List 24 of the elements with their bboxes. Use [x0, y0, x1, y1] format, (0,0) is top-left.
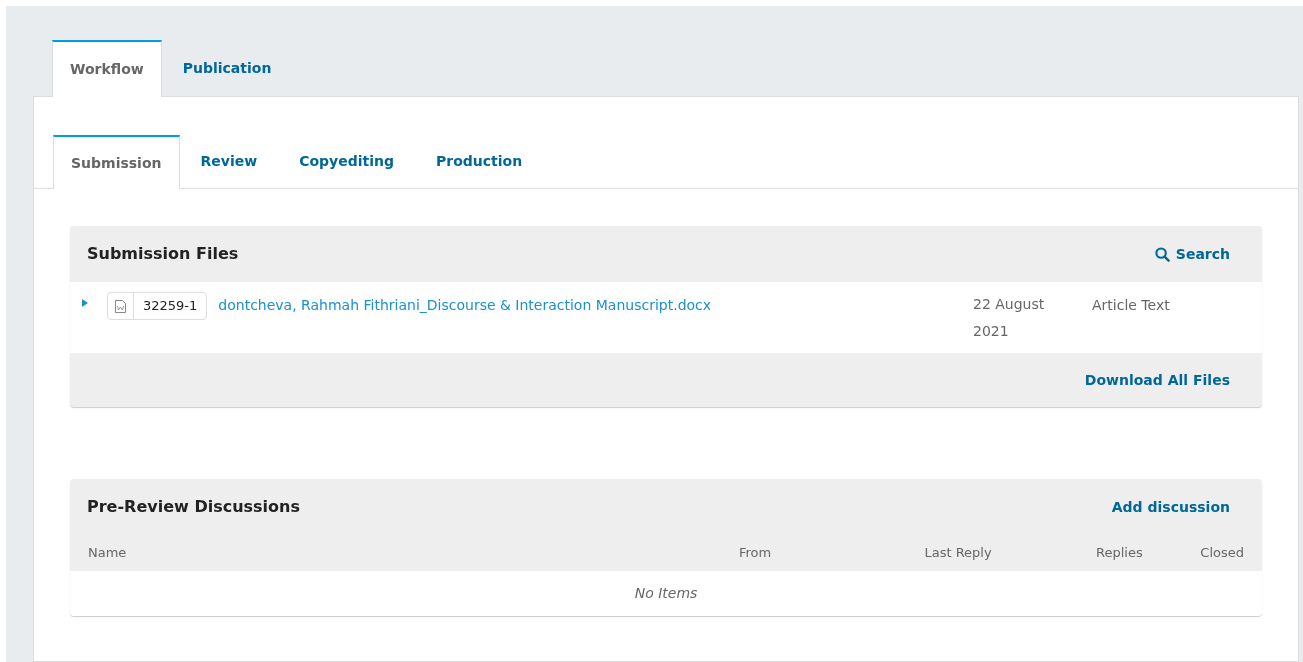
expand-arrow-icon[interactable] — [82, 299, 88, 307]
tab[interactable]: Publication — [161, 40, 293, 96]
column-header: Name — [88, 544, 128, 563]
panel-title: Submission Files — [87, 243, 239, 265]
column-header: Last Reply — [924, 544, 993, 563]
tab[interactable]: Submission — [53, 135, 180, 189]
search-button[interactable]: Search — [1154, 243, 1230, 265]
file-name-link[interactable]: dontcheva, Rahmah Fithriani_Discourse & Interaction Manuscript.docx — [218, 295, 712, 316]
column-header: Replies — [1096, 544, 1144, 563]
column-header: Closed — [1199, 544, 1244, 563]
file-id-badge: 32259-1 — [107, 292, 208, 320]
column-header: From — [739, 544, 773, 563]
search-icon — [1154, 246, 1170, 262]
tab[interactable]: Copyediting — [278, 135, 415, 188]
tab[interactable]: Review — [179, 135, 279, 188]
file-date: 22 August 2021 — [973, 295, 1046, 341]
panel-title: Pre-Review Discussions — [87, 496, 300, 518]
download-all-link[interactable]: Download All Files — [1084, 369, 1230, 391]
empty-message: No Items — [634, 584, 698, 603]
add-discussion-link[interactable]: Add discussion — [1111, 496, 1230, 518]
file-component: Article Text — [1092, 296, 1171, 315]
tab[interactable]: Production — [415, 135, 544, 188]
tab[interactable]: Workflow — [52, 40, 162, 97]
document-icon — [115, 299, 126, 313]
